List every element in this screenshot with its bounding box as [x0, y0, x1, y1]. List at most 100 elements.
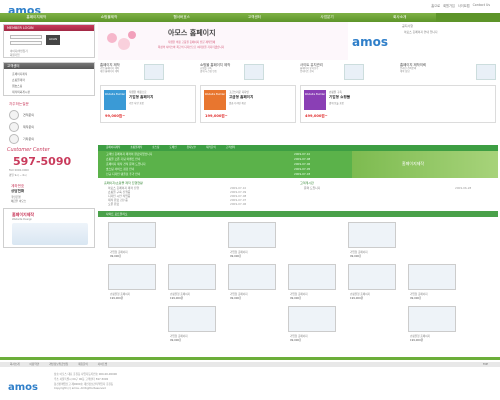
- portfolio-item[interactable]: 기업형 홈페이지 99,000원: [284, 264, 340, 302]
- builder-banner-basic[interactable]: Website Builder 저렴한 비용으로 기업형 홈페이지 기본 사양 …: [100, 85, 196, 123]
- footer: 회사소개 이용약관 개인정보취급방침 제휴문의 사이트맵 TOP amos 상호…: [0, 357, 500, 400]
- builder-line-1: 쇼핑몰 구축: [329, 91, 342, 94]
- menu-item-homepage[interactable]: 홈페이지제작: [12, 72, 27, 76]
- main-nav: 홈페이지제작 쇼핑몰제작 웹서버호스 고객센터 사업분기 회사소개: [0, 13, 436, 22]
- feature-request[interactable]: 홈페이지 제작의뢰 온라인 견적문의 제작 상담: [400, 62, 496, 82]
- portfolio-price: 199,000원: [170, 297, 184, 300]
- login-panel: MEMBER LOGIN LOGIN 아이디/비번찾기 회원가입: [3, 24, 95, 58]
- portfolio-item[interactable]: 쇼핑몰형 홈페이지 199,000원: [344, 264, 400, 302]
- cta-sub: Website Design: [12, 218, 33, 221]
- news-row[interactable]: 호스팅 서비스 점검 안내: [106, 167, 134, 171]
- hero-sub-1: 저렴한 비용 고품질 홈페이지 전문 제작업체: [168, 41, 216, 44]
- progress-row[interactable]: 오픈 완료: [108, 202, 119, 206]
- portfolio-price: 199,000원: [110, 297, 124, 300]
- feature-image: [244, 64, 264, 80]
- nav-fill: [436, 13, 500, 22]
- portfolio-price: 99,000원: [290, 297, 302, 300]
- builder-line-3: 맞춤 디자인 제공: [229, 102, 246, 105]
- builder-banner-shop[interactable]: Website Builder 쇼핑몰 구축 기업형 쇼핑몰 결제 모듈 포함 …: [300, 85, 496, 123]
- news-row[interactable]: 홈페이지 제작 견적 문의 드립니다: [106, 162, 146, 166]
- portfolio-price: 99,000원: [350, 255, 362, 258]
- footer-logo: amos: [8, 382, 38, 392]
- portfolio-item[interactable]: 기업형 홈페이지 99,000원: [344, 222, 400, 260]
- footer-link[interactable]: 제휴문의: [78, 362, 88, 367]
- portfolio-thumbnail: [168, 306, 216, 332]
- menu-panel-title: 고객센터: [4, 63, 94, 69]
- nav-item-shopping[interactable]: 쇼핑몰제작: [73, 13, 146, 22]
- news-row[interactable]: 쇼핑몰 오픈 기념 이벤트 안내: [106, 157, 140, 161]
- feature-shopping[interactable]: 쇼핑몰 홈페이지 제작 쇼핑몰 구축 결제 시스템 연동: [200, 62, 264, 82]
- login-password-input[interactable]: [10, 41, 42, 45]
- hero-sub-2: 최상의 서비스와 최고의 디자인으로 여러분을 기다리겠습니다: [158, 46, 225, 49]
- nav-item-hosting[interactable]: 웹서버호스: [145, 13, 218, 22]
- faq-title: 자주하는질문: [9, 102, 29, 106]
- bank-line-2: 예금주 아모스: [11, 200, 27, 203]
- footer-link[interactable]: 회사소개: [10, 362, 20, 367]
- news-box: 고객님 홈페이지 제작이 완료되었습니다 2009-07-10 쇼핑몰 오픈 기…: [98, 151, 498, 178]
- footer-link[interactable]: 이용약관: [30, 362, 40, 367]
- customer-center: Customer Center 597-5090 FAX 0000-0000 평…: [3, 146, 95, 180]
- notice-title: 공지사항: [402, 24, 414, 28]
- faq-item-1[interactable]: 견적문의: [23, 113, 34, 117]
- portfolio-item[interactable]: 기업형 홈페이지 99,000원: [404, 264, 460, 302]
- news-row[interactable]: 고객님 홈페이지 제작이 완료되었습니다: [106, 152, 152, 156]
- faq-icon-1: [9, 110, 19, 120]
- top-bar: amos 홈으로 회원가입 사이트맵 Contact Us 홈페이지제작 쇼핑몰…: [0, 0, 500, 22]
- nav-item-homepage[interactable]: 홈페이지제작: [0, 13, 73, 22]
- notice-row[interactable]: 아모스 홈페이지 안내 입니다: [404, 30, 438, 34]
- portfolio-item[interactable]: 쇼핑몰형 홈페이지 199,000원: [164, 264, 220, 302]
- portfolio-price: 99,000원: [170, 339, 182, 342]
- nav-item-support[interactable]: 고객센터: [218, 13, 291, 22]
- news-banner-image[interactable]: 홈페이지제작: [352, 151, 498, 178]
- faq-item-3[interactable]: 기타문의: [23, 137, 34, 141]
- feature-image: [344, 64, 364, 80]
- portfolio-item[interactable]: 쇼핑몰형 홈페이지 199,000원: [404, 306, 460, 344]
- portfolio-item[interactable]: 기업형 홈페이지 99,000원: [224, 264, 280, 302]
- portfolio-item[interactable]: 기업형 홈페이지 99,000원: [224, 222, 280, 260]
- portfolio-item[interactable]: 기업형 홈페이지 99,000원: [164, 306, 220, 344]
- feature-maintenance[interactable]: 사이트 유지관리 홈페이지 유지보수 업데이트 관리: [300, 62, 364, 82]
- portfolio-bar: 사이트 포트폴리오: [98, 211, 498, 217]
- builder-line-1: 저렴한 비용으로: [129, 91, 147, 94]
- portfolio-thumbnail: [108, 222, 156, 248]
- progress-list-title: 홈페이지/쇼핑몰 제작 진행현황: [104, 181, 143, 185]
- portfolio-thumbnail: [168, 264, 216, 290]
- hero-logo-box: amos: [348, 22, 398, 60]
- portfolio-item[interactable]: 쇼핑몰형 홈페이지 199,000원: [104, 264, 160, 302]
- faq-item-2[interactable]: 제작문의: [23, 125, 34, 129]
- menu-item-request[interactable]: 제작의뢰게시판: [12, 90, 30, 94]
- cta-banner[interactable]: 홈페이지제작 Website Design: [3, 208, 95, 248]
- menu-item-hosting[interactable]: 웹호스팅: [12, 84, 22, 88]
- portfolio-price: 99,000원: [110, 255, 122, 258]
- board-list-title: 고객게시판: [300, 181, 314, 185]
- footer-link[interactable]: 개인정보취급방침: [49, 362, 68, 367]
- portfolio-item[interactable]: 기업형 홈페이지 99,000원: [104, 222, 160, 260]
- builder-line-3: 기본 사양 포함: [129, 102, 144, 105]
- builder-price: 499,000원~: [305, 114, 328, 118]
- board-row[interactable]: 문의 드립니다: [304, 186, 320, 190]
- builder-banner-premium[interactable]: Website Builder 고급스러운 디자인 고급형 홈페이지 맞춤 디자…: [200, 85, 296, 123]
- portfolio-item[interactable]: 기업형 홈페이지 99,000원: [284, 306, 340, 344]
- login-button[interactable]: LOGIN: [46, 35, 60, 45]
- top-link-home[interactable]: 홈으로: [431, 3, 440, 8]
- builder-badge: Website Builder: [204, 90, 226, 110]
- nav-item-company[interactable]: 회사소개: [363, 13, 436, 22]
- footer-link[interactable]: 사이트맵: [98, 362, 108, 367]
- login-id-input[interactable]: [10, 35, 42, 39]
- progress-date: 2009-07-06: [230, 202, 247, 206]
- feature-homepage[interactable]: 홈페이지 제작 기업 홈페이지 제작 개인 홈페이지 제작: [100, 62, 164, 82]
- nav-item-business[interactable]: 사업분기: [291, 13, 364, 22]
- login-panel-title: MEMBER LOGIN: [4, 25, 94, 31]
- signup-link[interactable]: 회원가입: [10, 53, 20, 57]
- footer-line-1: 상호 아모스 대표 홍길동 사업자등록번호 000-00-00000: [54, 373, 118, 376]
- news-row[interactable]: 신규 디자인 템플릿 추가 안내: [106, 172, 140, 176]
- menu-item-shopping[interactable]: 쇼핑몰제작: [12, 78, 25, 82]
- portfolio-price: 199,000원: [410, 339, 424, 342]
- top-link-contact[interactable]: Contact Us: [473, 3, 490, 8]
- portfolio-price: 199,000원: [350, 297, 364, 300]
- top-link-join[interactable]: 회원가입: [443, 3, 455, 8]
- news-date: 2009-07-10: [294, 152, 311, 156]
- top-button[interactable]: TOP: [483, 362, 488, 367]
- top-link-sitemap[interactable]: 사이트맵: [458, 3, 470, 8]
- footer-line-4: Copyright (c) amos. All Rights Reserved.: [54, 387, 107, 390]
